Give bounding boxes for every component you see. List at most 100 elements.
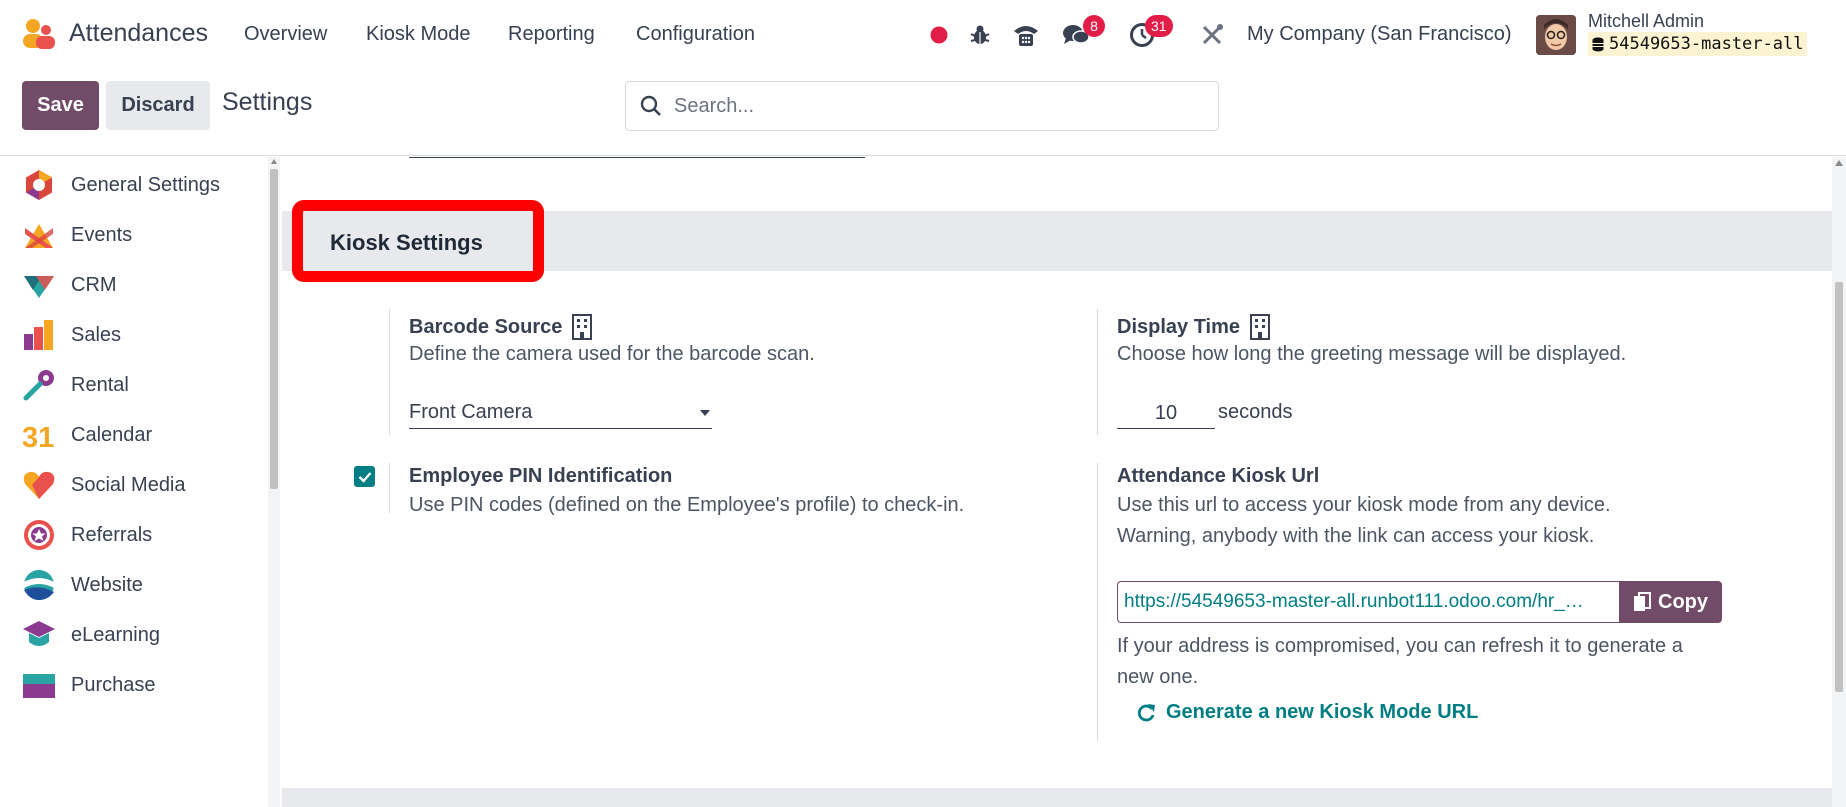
sidebar-item-social-media[interactable]: Social Media bbox=[0, 460, 268, 510]
website-icon bbox=[24, 570, 54, 600]
events-icon bbox=[25, 224, 53, 248]
search-input[interactable] bbox=[674, 94, 1194, 118]
sidebar-item-calendar[interactable]: 31 Calendar bbox=[0, 410, 268, 460]
menu-overview[interactable]: Overview bbox=[244, 23, 327, 46]
breadcrumb: Settings bbox=[222, 88, 313, 116]
section-title: Kiosk Settings bbox=[330, 230, 483, 255]
menu-reporting[interactable]: Reporting bbox=[508, 23, 595, 46]
calendar-icon: 31 bbox=[22, 422, 54, 452]
setting-separator bbox=[389, 463, 390, 513]
sidebar-item-sales[interactable]: Sales bbox=[0, 310, 268, 360]
company-switcher[interactable]: My Company (San Francisco) bbox=[1247, 23, 1512, 46]
elearning-icon bbox=[23, 621, 55, 646]
database-icon bbox=[1592, 37, 1604, 51]
kiosk-url-description: Use this url to access your kiosk mode f… bbox=[1117, 494, 1611, 516]
debug-bug-icon[interactable] bbox=[968, 20, 992, 50]
chevron-down-icon bbox=[700, 409, 710, 416]
kiosk-url-title: Attendance Kiosk Url bbox=[1117, 465, 1320, 487]
sidebar-label: Social Media bbox=[71, 473, 186, 496]
sidebar-label: eLearning bbox=[71, 623, 160, 646]
copy-url-button[interactable]: Copy bbox=[1619, 581, 1722, 623]
sidebar-label: Rental bbox=[71, 373, 129, 396]
kiosk-url-field[interactable]: https://54549653-master-all.runbot111.od… bbox=[1117, 581, 1622, 623]
building-icon bbox=[572, 314, 593, 340]
search-icon bbox=[640, 95, 661, 116]
copy-label: Copy bbox=[1658, 590, 1708, 613]
top-navbar: Attendances Overview Kiosk Mode Reportin… bbox=[0, 0, 1846, 70]
activities-count-badge: 31 bbox=[1145, 15, 1173, 37]
kiosk-url-refresh-note: If your address is compromised, you can … bbox=[1117, 635, 1683, 657]
sidebar-label: Sales bbox=[71, 323, 122, 346]
sidebar-label: Website bbox=[71, 573, 143, 596]
user-name[interactable]: Mitchell Admin bbox=[1588, 11, 1704, 32]
barcode-source-setting: Barcode Source bbox=[409, 314, 593, 340]
menu-kiosk-mode[interactable]: Kiosk Mode bbox=[366, 23, 471, 46]
sidebar-label: General Settings bbox=[71, 173, 220, 196]
save-button[interactable]: Save bbox=[22, 81, 99, 130]
database-name: 54549653-master-all bbox=[1609, 34, 1804, 54]
display-time-setting: Display Time bbox=[1117, 314, 1271, 340]
scroll-up-arrow-icon[interactable] bbox=[1835, 160, 1843, 166]
next-section-band bbox=[282, 788, 1832, 807]
employee-pin-checkbox[interactable] bbox=[354, 466, 375, 487]
display-time-input[interactable]: 10 bbox=[1117, 397, 1215, 429]
display-time-unit: seconds bbox=[1218, 401, 1293, 423]
crm-icon bbox=[24, 276, 54, 298]
phone-icon[interactable] bbox=[1011, 20, 1041, 50]
main-scrollbar[interactable] bbox=[1832, 157, 1846, 807]
employee-pin-description: Use PIN codes (defined on the Employee's… bbox=[409, 494, 965, 516]
previous-field-underline bbox=[409, 157, 865, 158]
generate-kiosk-url-link[interactable]: Generate a new Kiosk Mode URL bbox=[1136, 701, 1478, 724]
barcode-source-title: Barcode Source bbox=[409, 315, 563, 338]
user-avatar[interactable] bbox=[1536, 15, 1576, 55]
general-settings-icon bbox=[26, 170, 52, 200]
setting-separator bbox=[1097, 463, 1098, 741]
discard-button[interactable]: Discard bbox=[106, 81, 210, 130]
barcode-source-select[interactable]: Front Camera bbox=[409, 397, 712, 429]
tools-icon[interactable] bbox=[1199, 20, 1225, 50]
setting-separator bbox=[1097, 309, 1098, 435]
display-time-title: Display Time bbox=[1117, 315, 1241, 338]
messages-count-badge: 8 bbox=[1083, 15, 1105, 37]
sidebar-scrollbar[interactable] bbox=[268, 157, 280, 807]
settings-sidebar: General Settings Events CRM Sales Rental… bbox=[0, 157, 268, 807]
generate-kiosk-url-label: Generate a new Kiosk Mode URL bbox=[1166, 701, 1479, 723]
rental-icon bbox=[23, 370, 54, 401]
main-scrollbar-thumb[interactable] bbox=[1835, 282, 1843, 692]
sidebar-label: Purchase bbox=[71, 673, 156, 696]
refresh-icon bbox=[1137, 703, 1155, 721]
calendar-icon-text: 31 bbox=[22, 422, 54, 452]
search-bar[interactable] bbox=[625, 81, 1219, 131]
employee-pin-title: Employee PIN Identification bbox=[409, 465, 673, 487]
sidebar-label: Calendar bbox=[71, 423, 153, 446]
barcode-source-value: Front Camera bbox=[409, 401, 533, 423]
sidebar-scrollbar-thumb[interactable] bbox=[270, 169, 278, 489]
barcode-source-description: Define the camera used for the barcode s… bbox=[409, 343, 815, 365]
sidebar-item-crm[interactable]: CRM bbox=[0, 260, 268, 310]
sidebar-item-rental[interactable]: Rental bbox=[0, 360, 268, 410]
app-name[interactable]: Attendances bbox=[69, 19, 208, 48]
kiosk-url-refresh-note-2: new one. bbox=[1117, 666, 1199, 688]
kiosk-url-warning: Warning, anybody with the link can acces… bbox=[1117, 525, 1595, 547]
sales-icon bbox=[24, 320, 53, 350]
copy-icon bbox=[1634, 592, 1651, 611]
recording-dot-icon[interactable] bbox=[929, 20, 949, 50]
display-time-description: Choose how long the greeting message wil… bbox=[1117, 343, 1627, 365]
sidebar-item-purchase[interactable]: Purchase bbox=[0, 660, 268, 710]
scroll-up-arrow-icon[interactable] bbox=[271, 159, 277, 164]
sidebar-label: Referrals bbox=[71, 523, 153, 546]
settings-main: Kiosk Settings Barcode Source Define the… bbox=[282, 157, 1832, 807]
sidebar-item-events[interactable]: Events bbox=[0, 210, 268, 260]
sidebar-item-website[interactable]: Website bbox=[0, 560, 268, 610]
sidebar-item-general-settings[interactable]: General Settings bbox=[0, 160, 268, 210]
building-icon bbox=[1250, 314, 1271, 340]
sidebar-item-referrals[interactable]: Referrals bbox=[0, 510, 268, 560]
setting-separator bbox=[389, 309, 390, 435]
attendances-logo-icon[interactable] bbox=[22, 18, 56, 50]
checkmark-icon bbox=[358, 471, 371, 483]
referrals-icon bbox=[24, 520, 54, 550]
sidebar-item-elearning[interactable]: eLearning bbox=[0, 610, 268, 660]
menu-configuration[interactable]: Configuration bbox=[636, 23, 755, 46]
purchase-icon bbox=[23, 674, 55, 698]
sidebar-label: Events bbox=[71, 223, 133, 246]
